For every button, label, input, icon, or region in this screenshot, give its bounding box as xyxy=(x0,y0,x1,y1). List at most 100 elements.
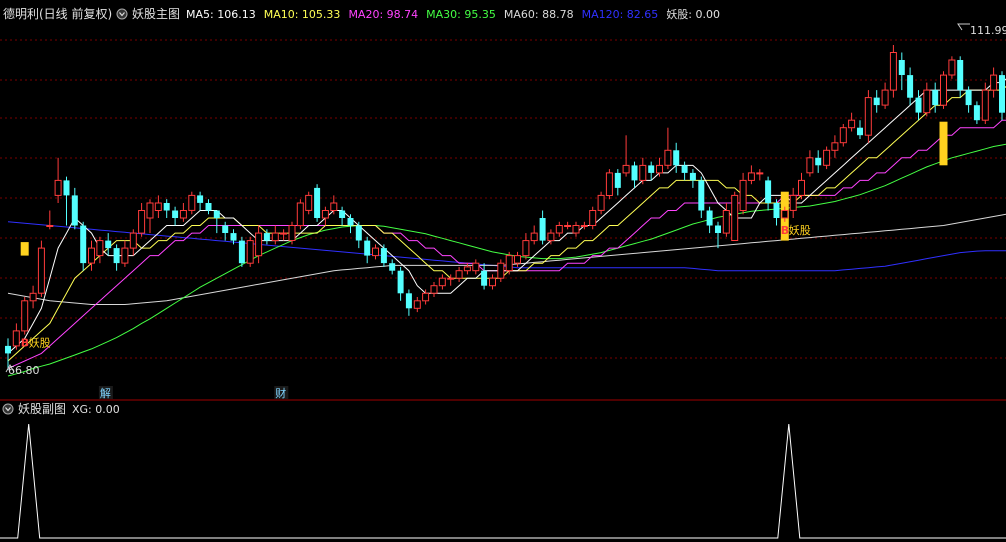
stock-title[interactable]: 德明利(日线 前复权) xyxy=(3,6,112,21)
buy-signal: B 妖股 xyxy=(21,336,51,350)
candle-body xyxy=(505,255,513,272)
candle-body xyxy=(973,105,980,121)
candle-body xyxy=(138,210,146,234)
candle-body xyxy=(37,247,45,294)
candle-body xyxy=(673,150,680,166)
candle-body xyxy=(530,232,538,242)
legend-ma5: MA5: 106.13 xyxy=(186,8,256,21)
candle-body xyxy=(514,255,521,264)
legend-label_text: 妖股: 0.00 xyxy=(666,7,720,21)
candle-body xyxy=(722,210,730,234)
main-indicator-name[interactable]: 妖股主图 xyxy=(132,7,180,21)
event-tag-text: 解 xyxy=(100,386,111,400)
candle-body xyxy=(689,172,696,181)
candle-body xyxy=(238,240,245,264)
candle-body xyxy=(923,89,931,114)
candle-body xyxy=(430,285,438,294)
candle xyxy=(238,236,245,267)
signal-label: 妖股 xyxy=(29,336,51,350)
candle-body xyxy=(580,225,588,227)
candle-body xyxy=(46,225,54,227)
sub-indicator-collapse-icon[interactable] xyxy=(2,403,14,415)
candle-body xyxy=(163,203,170,211)
candle-body xyxy=(355,225,362,241)
candle-body xyxy=(915,97,922,113)
candle-body xyxy=(263,233,270,241)
candle-body xyxy=(522,240,530,257)
signal-bar xyxy=(20,242,29,256)
candle-body xyxy=(898,60,905,75)
candle-body xyxy=(230,233,237,241)
candle-body xyxy=(614,172,621,188)
candle-body xyxy=(271,232,279,242)
candle-body xyxy=(197,195,204,203)
candle-body xyxy=(397,270,404,294)
buy-signal: B 妖股 xyxy=(781,223,811,237)
signal-bar xyxy=(939,121,948,166)
candle-body xyxy=(747,172,755,181)
candle-body xyxy=(422,292,430,302)
candle-body xyxy=(255,232,263,257)
candle xyxy=(296,199,304,230)
indicator-collapse-icon[interactable] xyxy=(116,8,128,20)
candle-body xyxy=(999,75,1005,113)
candle-body xyxy=(940,74,947,106)
candle-body xyxy=(146,202,154,219)
high-label: 111.99 xyxy=(970,24,1006,37)
candle-body xyxy=(497,262,505,279)
sub-indicator-name[interactable]: 妖股副图 xyxy=(18,402,66,416)
candle-body xyxy=(656,164,663,174)
candle-body xyxy=(639,164,647,181)
candle-body xyxy=(472,262,480,272)
candle-body xyxy=(907,75,914,98)
candle-body xyxy=(172,210,179,218)
candle-body xyxy=(572,225,580,234)
candle xyxy=(589,206,597,230)
candle-body xyxy=(864,97,872,136)
legend-ma20: MA20: 98.74 xyxy=(348,8,418,21)
candle-body xyxy=(88,247,95,264)
candle-body xyxy=(129,232,137,249)
candle-body xyxy=(455,270,463,279)
low-label-group: 66.80 xyxy=(5,363,40,377)
candle-body xyxy=(113,248,120,264)
candle-body xyxy=(547,232,555,242)
candle-body xyxy=(246,240,254,264)
candle xyxy=(21,297,29,335)
candle-body xyxy=(756,172,764,175)
candle-body xyxy=(889,52,897,91)
candle xyxy=(497,259,505,282)
event-tag[interactable]: 解 xyxy=(98,386,113,400)
event-tag[interactable]: 财 xyxy=(274,386,289,400)
candle xyxy=(864,90,872,143)
ma-legend: MA5: 106.13 MA10: 105.33 MA20: 98.74 MA30: … xyxy=(186,7,720,21)
candle-body xyxy=(698,180,705,211)
candle-body xyxy=(5,345,11,354)
legend-ma30: MA30: 95.35 xyxy=(426,8,496,21)
legend-ma120: MA120: 82.65 xyxy=(582,8,659,21)
candle-body xyxy=(222,225,229,233)
candle-body xyxy=(339,210,346,218)
candle-body xyxy=(372,247,379,257)
candle-body xyxy=(965,90,972,106)
candle-body xyxy=(296,202,304,227)
candle-body xyxy=(765,180,772,203)
candle-body xyxy=(179,210,187,219)
candle-body xyxy=(597,194,605,211)
main-header: 德明利(日线 前复权) 妖股主图 MA5: 106.13 MA10: 105.33… xyxy=(3,6,720,21)
legend-ma10: MA10: 105.33 xyxy=(264,8,341,21)
candle-body xyxy=(213,210,220,218)
candle-body xyxy=(589,210,597,226)
candle-body xyxy=(831,142,839,151)
candle-body xyxy=(330,202,338,211)
candle-body xyxy=(798,179,805,196)
candle xyxy=(731,191,739,241)
candle xyxy=(839,124,847,147)
low-label: 66.80 xyxy=(8,364,40,377)
candle-body xyxy=(154,202,162,211)
candle-body xyxy=(648,165,655,173)
candle-body xyxy=(347,218,354,226)
candle-body xyxy=(438,277,446,287)
candle-body xyxy=(463,266,471,272)
candle-body xyxy=(54,179,62,196)
